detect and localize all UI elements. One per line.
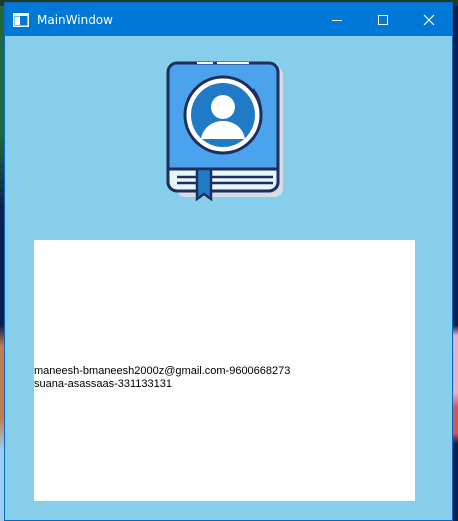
desktop-right-edge bbox=[453, 6, 458, 521]
contact-line: suana-asassaas-331133131 bbox=[34, 378, 173, 390]
close-button[interactable] bbox=[406, 3, 452, 36]
contacts-list-panel[interactable]: maneesh-bmaneesh2000z@gmail.com-96006682… bbox=[34, 240, 415, 501]
contact-line: maneesh-bmaneesh2000z@gmail.com-96006682… bbox=[34, 365, 291, 377]
minimize-button[interactable] bbox=[314, 3, 360, 36]
maximize-button[interactable] bbox=[360, 3, 406, 36]
window-controls bbox=[314, 3, 452, 36]
minimize-icon bbox=[332, 19, 342, 21]
contacts-list: maneesh-bmaneesh2000z@gmail.com-96006682… bbox=[34, 365, 290, 391]
address-book-user-icon bbox=[165, 61, 285, 203]
title-bar[interactable]: MainWindow bbox=[5, 3, 452, 36]
window-app-icon[interactable] bbox=[13, 12, 29, 27]
window-title: MainWindow bbox=[37, 12, 113, 27]
main-window: MainWindow maneesh-bmaneesh2000z@gmail.c… bbox=[4, 2, 453, 521]
close-icon bbox=[423, 14, 435, 25]
maximize-icon bbox=[378, 14, 388, 25]
